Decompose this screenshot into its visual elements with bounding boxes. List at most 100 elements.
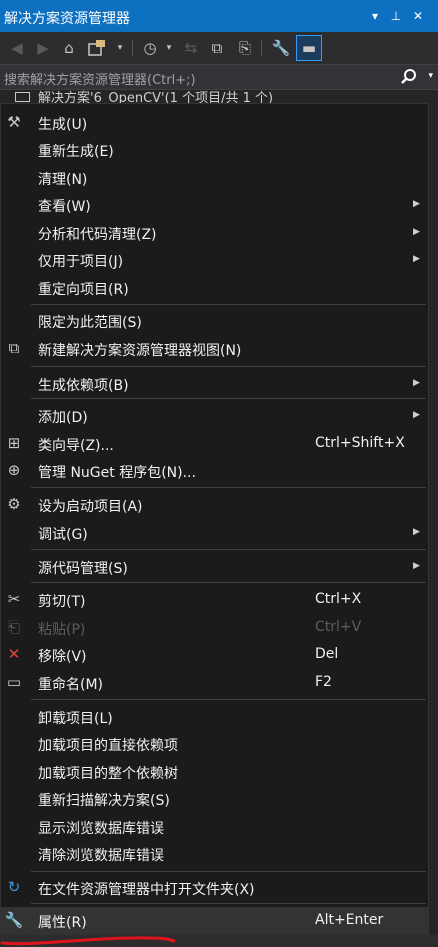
menu-item-label: 重新扫描解决方案(S): [38, 793, 170, 809]
properties-wrench-icon[interactable]: 🔧: [270, 37, 292, 59]
back-icon[interactable]: ◀: [6, 37, 28, 59]
menu-item-shortcut: Ctrl+V: [315, 619, 362, 635]
rename-icon: ▭: [6, 673, 22, 691]
menu-item[interactable]: 重新生成(E): [1, 136, 428, 163]
panel-title: 解决方案资源管理器: [4, 11, 130, 27]
menu-separator: [31, 871, 426, 872]
menu-item[interactable]: 清除浏览数据库错误: [1, 840, 428, 867]
menu-item-label: 加载项目的整个依赖树: [38, 766, 178, 782]
menu-item[interactable]: ⊞ 类向导(Z)... Ctrl+Shift+X: [1, 430, 428, 457]
menu-item-label: 在文件资源管理器中打开文件夹(X): [38, 882, 255, 898]
menu-item[interactable]: 显示浏览数据库错误: [1, 813, 428, 840]
show-all-files-icon[interactable]: ⎘: [234, 37, 256, 59]
menu-item-shortcut: Ctrl+X: [315, 591, 362, 607]
collapse-all-icon[interactable]: ⧉: [206, 37, 228, 59]
scissors-icon: ✂: [7, 590, 21, 608]
menu-separator: [31, 366, 426, 367]
toolbar-separator: [132, 40, 133, 56]
pin-icon[interactable]: ⊥: [389, 7, 403, 25]
search-icon[interactable]: [400, 66, 418, 91]
submenu-arrow-icon: ▶: [413, 254, 420, 264]
menu-separator: [31, 903, 426, 904]
menu-item-label: 显示浏览数据库错误: [38, 821, 164, 837]
menu-item-label: 剪切(T): [38, 594, 86, 610]
filter-dropdown-icon[interactable]: ▾: [164, 37, 174, 59]
solution-explorer-toolbar: ◀ ▶ ⌂ ▾ ◷ ▾ ⇆ ⧉ ⎘ 🔧 ▬: [0, 32, 438, 64]
submenu-arrow-icon: ▶: [413, 410, 420, 420]
menu-item[interactable]: 限定为此范围(S): [1, 307, 428, 334]
menu-item[interactable]: 重定向项目(R): [1, 274, 428, 301]
menu-item-label: 仅用于项目(J): [38, 254, 124, 270]
menu-item[interactable]: 重新扫描解决方案(S): [1, 785, 428, 812]
menu-item: ⎗ 粘贴(P) Ctrl+V: [1, 614, 428, 641]
menu-item-shortcut: Alt+Enter: [315, 912, 384, 928]
menu-item[interactable]: 仅用于项目(J) ▶: [1, 246, 428, 273]
menu-item[interactable]: ▭ 重命名(M) F2: [1, 669, 428, 696]
menu-item-label: 分析和代码清理(Z): [38, 227, 157, 243]
menu-item-shortcut: F2: [315, 674, 332, 690]
menu-item[interactable]: ⧉ 新建解决方案资源管理器视图(N): [1, 335, 428, 362]
menu-item[interactable]: 分析和代码清理(Z) ▶: [1, 219, 428, 246]
menu-item[interactable]: ⚒ 生成(U): [1, 109, 428, 136]
nuget-package-icon: ⊕: [7, 461, 21, 479]
menu-item[interactable]: 清理(N): [1, 164, 428, 191]
search-input[interactable]: 搜索解决方案资源管理器(Ctrl+;): [4, 69, 196, 88]
menu-separator: [31, 487, 426, 488]
menu-item-label: 调试(G): [38, 527, 88, 543]
switch-views-icon[interactable]: [86, 37, 108, 59]
menu-item-label: 限定为此范围(S): [38, 315, 142, 331]
window-position-dropdown-icon[interactable]: ▾: [368, 7, 382, 25]
menu-item-label: 卸载项目(L): [38, 711, 113, 727]
menu-item[interactable]: 添加(D) ▶: [1, 402, 428, 429]
menu-item[interactable]: 查看(W) ▶: [1, 191, 428, 218]
tree-row-solution[interactable]: 解决方案'6_OpenCV'(1 个项目/共 1 个): [0, 90, 438, 104]
panel-title-bar: 解决方案资源管理器 ▾ ⊥ ✕: [0, 0, 438, 32]
search-box[interactable]: 搜索解决方案资源管理器(Ctrl+;) ▾: [0, 64, 438, 90]
red-annotation-stroke: [0, 936, 176, 946]
menu-item[interactable]: 调试(G) ▶: [1, 519, 428, 546]
menu-separator: [31, 582, 426, 583]
menu-item-label: 源代码管理(S): [38, 561, 128, 577]
menu-item-label: 添加(D): [38, 410, 88, 426]
menu-item-label: 设为启动项目(A): [38, 499, 143, 515]
close-icon[interactable]: ✕: [411, 7, 425, 25]
menu-item[interactable]: ⚙ 设为启动项目(A): [1, 491, 428, 518]
menu-item-shortcut: Del: [315, 646, 339, 662]
submenu-arrow-icon: ▶: [413, 199, 420, 209]
search-options-dropdown-icon[interactable]: ▾: [428, 71, 433, 81]
menu-item-label: 加载项目的直接依赖项: [38, 738, 178, 754]
class-wizard-icon: ⊞: [7, 434, 21, 452]
menu-item[interactable]: ↻ 在文件资源管理器中打开文件夹(X): [1, 874, 428, 901]
menu-item-label: 生成依赖项(B): [38, 378, 129, 394]
pending-changes-filter-icon[interactable]: ◷: [139, 37, 161, 59]
forward-icon[interactable]: ▶: [32, 37, 54, 59]
menu-item-label: 清除浏览数据库错误: [38, 848, 164, 864]
menu-item-label: 管理 NuGet 程序包(N)...: [38, 465, 196, 481]
menu-item-label: 清理(N): [38, 172, 88, 188]
home-icon[interactable]: ⌂: [58, 37, 80, 59]
menu-item[interactable]: 加载项目的直接依赖项: [1, 730, 428, 757]
build-icon: ⚒: [7, 113, 21, 131]
menu-item[interactable]: 源代码管理(S) ▶: [1, 553, 428, 580]
menu-item[interactable]: ⊕ 管理 NuGet 程序包(N)...: [1, 457, 428, 484]
preview-selected-items-icon[interactable]: ▬: [296, 35, 322, 61]
sync-active-document-icon[interactable]: ⇆: [180, 37, 202, 59]
menu-separator: [31, 398, 426, 399]
menu-item[interactable]: ✂ 剪切(T) Ctrl+X: [1, 586, 428, 613]
context-menu: ⚒ 生成(U) 重新生成(E) 清理(N) 查看(W) ▶ 分析和代码清理(Z) ▶ 仅用于项目…: [0, 103, 429, 935]
menu-item[interactable]: 生成依赖项(B) ▶: [1, 370, 428, 397]
menu-item[interactable]: ✕ 移除(V) Del: [1, 641, 428, 668]
menu-separator: [31, 304, 426, 305]
gear-icon: ⚙: [7, 495, 21, 513]
submenu-arrow-icon: ▶: [413, 561, 420, 571]
menu-item-shortcut: Ctrl+Shift+X: [315, 435, 405, 451]
menu-item-label: 重新生成(E): [38, 144, 114, 160]
switch-views-dropdown-icon[interactable]: ▾: [115, 37, 125, 59]
menu-item[interactable]: 加载项目的整个依赖树: [1, 758, 428, 785]
open-folder-icon: ↻: [7, 878, 21, 896]
menu-separator: [31, 549, 426, 550]
solution-icon: [15, 92, 30, 102]
clipboard-icon: ⎗: [7, 618, 20, 636]
toolbar-separator: [261, 40, 262, 56]
menu-item[interactable]: 卸载项目(L): [1, 703, 428, 730]
